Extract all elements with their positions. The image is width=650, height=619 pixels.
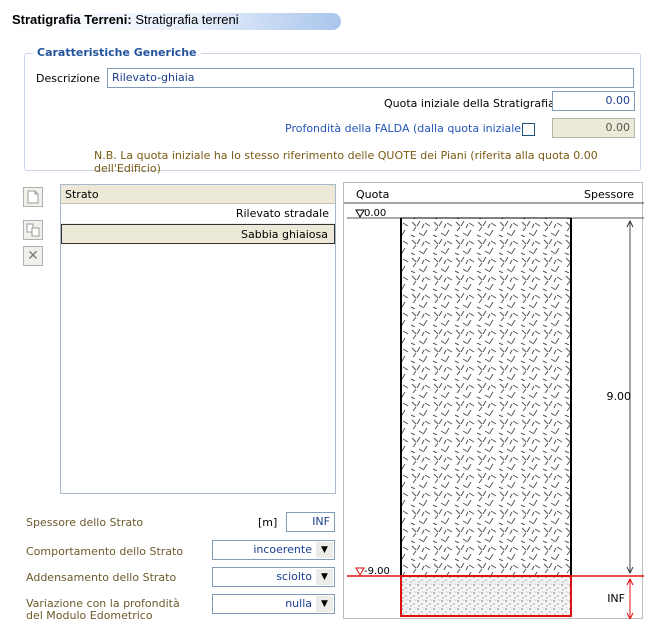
spessore-input[interactable]: INF xyxy=(286,512,335,532)
falda-label: Profondità della FALDA (dalla quota iniz… xyxy=(285,122,526,135)
new-layer-button[interactable] xyxy=(23,187,43,207)
note-text: N.B. La quota iniziale ha lo stesso rife… xyxy=(94,149,598,175)
quota-bottom: -9.00 xyxy=(364,566,390,577)
spessore-unit: [m] xyxy=(258,516,278,529)
variazione-label: Variazione con la profondità del Modulo … xyxy=(26,598,180,619)
quota-header: Quota xyxy=(356,188,389,201)
falda-checkbox[interactable] xyxy=(522,123,535,136)
delete-layer-button[interactable]: ✕ xyxy=(23,246,43,266)
list-header: Strato xyxy=(61,185,335,204)
chevron-down-icon[interactable]: ▼ xyxy=(316,542,333,558)
spessore-2: INF xyxy=(607,592,625,605)
copy-icon xyxy=(26,223,40,237)
descrizione-input[interactable]: Rilevato-ghiaia xyxy=(107,68,634,88)
falda-input: 0.00 xyxy=(552,118,635,138)
new-document-icon xyxy=(27,190,39,204)
addensamento-label: Addensamento dello Strato xyxy=(26,571,177,584)
page-title: Stratigrafia Terreni: Stratigrafia terre… xyxy=(12,12,239,27)
copy-layer-button[interactable] xyxy=(23,220,43,240)
chevron-down-icon[interactable]: ▼ xyxy=(316,596,333,612)
layer-1-fill xyxy=(400,217,572,577)
quota-top: 0.00 xyxy=(364,208,386,219)
list-item[interactable]: Rilevato stradale xyxy=(61,204,335,224)
addensamento-select[interactable]: sciolto ▼ xyxy=(212,567,335,587)
page-title-bold: Stratigrafia Terreni: xyxy=(12,12,132,27)
variazione-value: nulla xyxy=(285,597,312,610)
variazione-select[interactable]: nulla ▼ xyxy=(212,594,335,614)
comportamento-label: Comportamento dello Strato xyxy=(26,545,184,558)
level-marker-icon xyxy=(355,209,365,219)
list-item-selected[interactable]: Sabbia ghiaiosa xyxy=(61,224,335,244)
quota-iniziale-label: Quota iniziale della Stratigrafia xyxy=(384,97,555,110)
spessore-label: Spessore dello Strato xyxy=(26,516,144,529)
descrizione-label: Descrizione xyxy=(36,72,100,85)
layer-2-fill xyxy=(400,575,572,617)
level-marker-icon-red xyxy=(355,567,365,577)
stratigraphy-diagram: Quota Spessore 0.00 9.00 -9.00 INF xyxy=(343,182,644,619)
chevron-down-icon[interactable]: ▼ xyxy=(316,569,333,585)
panel-header: Stratigrafia Terreni: Stratigrafia terre… xyxy=(0,0,650,40)
addensamento-value: sciolto xyxy=(276,570,312,583)
comportamento-value: incoerente xyxy=(253,543,312,556)
spessore-1: 9.00 xyxy=(607,390,632,403)
general-group-title: Caratteristiche Generiche xyxy=(33,46,201,59)
stratigraphy-svg: Quota Spessore 0.00 9.00 -9.00 INF xyxy=(344,188,644,619)
comportamento-select[interactable]: incoerente ▼ xyxy=(212,540,335,560)
variazione-label-line2: del Modulo Edometrico xyxy=(26,609,153,619)
layers-list: Strato Rilevato stradale Sabbia ghiaiosa xyxy=(60,184,336,494)
spessore-header: Spessore xyxy=(584,188,634,201)
delete-icon: ✕ xyxy=(27,248,39,264)
quota-iniziale-input[interactable]: 0.00 xyxy=(552,91,635,111)
page-title-rest: Stratigrafia terreni xyxy=(135,12,239,27)
